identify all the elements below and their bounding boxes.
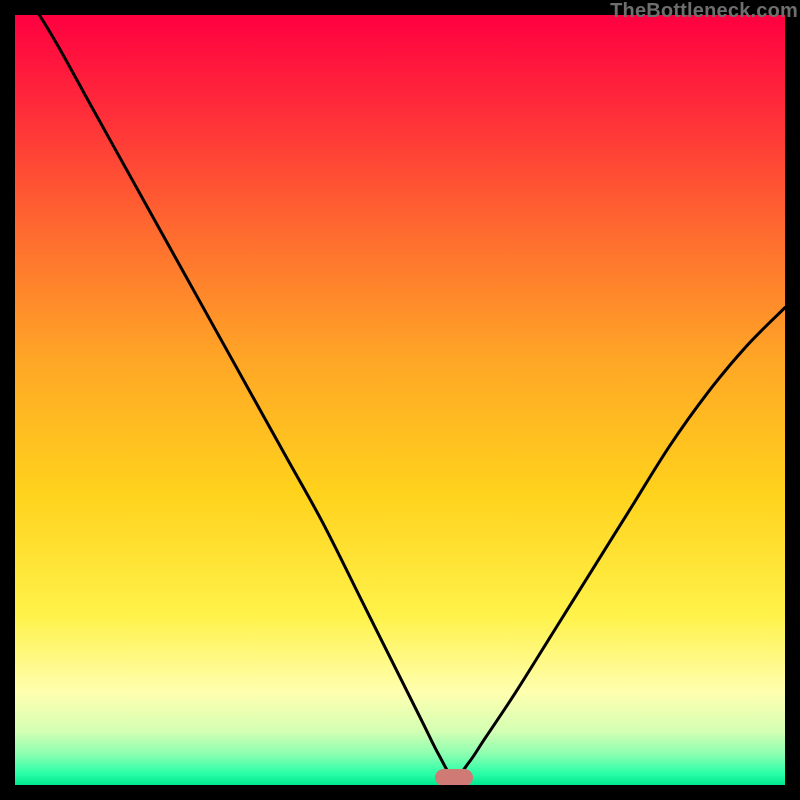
chart-frame: TheBottleneck.com bbox=[0, 0, 800, 800]
bottleneck-curve bbox=[15, 15, 785, 785]
optimum-marker bbox=[435, 769, 474, 785]
plot-area bbox=[15, 15, 785, 785]
watermark: TheBottleneck.com bbox=[610, 0, 798, 23]
